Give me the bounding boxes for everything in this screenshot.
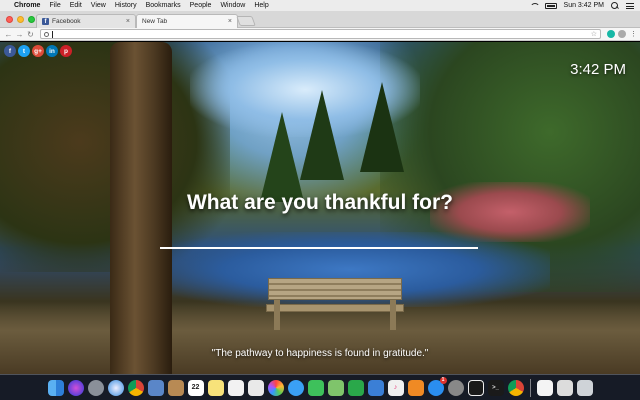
- menu-history[interactable]: History: [115, 2, 137, 9]
- back-button[interactable]: ←: [4, 30, 13, 39]
- facebook-favicon-icon: f: [42, 18, 49, 25]
- chrome-menu-icon[interactable]: ⋮: [630, 30, 637, 38]
- chrome-icon[interactable]: [507, 379, 524, 396]
- document-icon[interactable]: [536, 379, 553, 396]
- crash-plan-icon[interactable]: [467, 379, 484, 396]
- tab-strip: f Facebook × New Tab ×: [0, 11, 640, 28]
- window-minimize-button[interactable]: [17, 16, 24, 23]
- menu-bar-tray: Sun 3:42 PM: [529, 2, 634, 9]
- finder-icon[interactable]: [47, 379, 64, 396]
- facetime-icon[interactable]: [307, 379, 324, 396]
- stickies-icon[interactable]: [247, 379, 264, 396]
- pinterest-icon[interactable]: p: [60, 45, 72, 57]
- calendar-icon[interactable]: 22: [187, 379, 204, 396]
- siri-icon[interactable]: [67, 379, 84, 396]
- wifi-icon[interactable]: [529, 2, 540, 9]
- tab-label: Facebook: [52, 18, 81, 25]
- keynote-icon[interactable]: [367, 379, 384, 396]
- menu-bar: Chrome File Edit View History Bookmarks …: [0, 0, 640, 11]
- address-bar[interactable]: ☆: [40, 29, 601, 39]
- menu-edit[interactable]: Edit: [70, 2, 82, 9]
- spotlight-search-icon[interactable]: [611, 2, 619, 9]
- browser-toolbar: ← → ↻ ☆ ⋮: [0, 28, 640, 41]
- downloads-icon[interactable]: [556, 379, 573, 396]
- menu-chrome[interactable]: Chrome: [14, 2, 40, 9]
- reload-button[interactable]: ↻: [26, 30, 35, 39]
- extension-icon[interactable]: [607, 30, 615, 38]
- tab-close-icon[interactable]: ×: [228, 18, 232, 25]
- notification-center-icon[interactable]: [626, 2, 634, 9]
- tab-new-tab[interactable]: New Tab ×: [136, 14, 238, 28]
- numbers-icon[interactable]: [347, 379, 364, 396]
- page-clock: 3:42 PM: [570, 61, 626, 78]
- background-tree: [360, 82, 404, 172]
- launchpad-icon[interactable]: [87, 379, 104, 396]
- dock-separator: [529, 378, 531, 397]
- window-controls: [6, 16, 35, 23]
- gratitude-prompt: What are you thankful for?: [186, 191, 453, 214]
- notification-badge: 1: [439, 376, 447, 384]
- linkedin-icon[interactable]: in: [46, 45, 58, 57]
- background-tree: [260, 112, 304, 202]
- menu-window[interactable]: Window: [220, 2, 245, 9]
- photos-icon[interactable]: [267, 379, 284, 396]
- bookmark-star-icon[interactable]: ☆: [591, 30, 597, 38]
- chrome-icon[interactable]: [127, 379, 144, 396]
- preview-icon[interactable]: [147, 379, 164, 396]
- window-close-button[interactable]: [6, 16, 13, 23]
- search-icon: [44, 31, 49, 37]
- app-store-icon[interactable]: 1: [427, 376, 447, 396]
- safari-icon[interactable]: [107, 379, 124, 396]
- gratitude-input[interactable]: [160, 227, 478, 249]
- social-share-bar: f t g+ in p: [4, 45, 72, 57]
- terminal-icon[interactable]: >_: [487, 379, 504, 396]
- tab-facebook[interactable]: f Facebook ×: [36, 14, 136, 28]
- dock: 22 ♪ 1 >_: [0, 374, 640, 400]
- ibooks-icon[interactable]: [407, 379, 424, 396]
- notes-icon[interactable]: [207, 379, 224, 396]
- text-caret: [52, 30, 53, 38]
- battery-icon[interactable]: [544, 2, 557, 9]
- contacts-icon[interactable]: [167, 379, 184, 396]
- menu-help[interactable]: Help: [254, 2, 268, 9]
- window-zoom-button[interactable]: [28, 16, 35, 23]
- maps-icon[interactable]: [327, 379, 344, 396]
- forward-button[interactable]: →: [15, 30, 24, 39]
- menu-view[interactable]: View: [91, 2, 106, 9]
- reminders-icon[interactable]: [227, 379, 244, 396]
- messages-icon[interactable]: [287, 379, 304, 396]
- background-bench: [266, 278, 404, 330]
- menu-bar-clock[interactable]: Sun 3:42 PM: [564, 2, 604, 9]
- itunes-icon[interactable]: ♪: [387, 379, 404, 396]
- background-tree: [300, 90, 344, 180]
- gratitude-quote: "The pathway to happiness is found in gr…: [211, 348, 429, 359]
- twitter-icon[interactable]: t: [18, 45, 30, 57]
- menu-file[interactable]: File: [49, 2, 60, 9]
- menu-people[interactable]: People: [190, 2, 212, 9]
- menu-bookmarks[interactable]: Bookmarks: [146, 2, 181, 9]
- facebook-icon[interactable]: f: [4, 45, 16, 57]
- system-preferences-icon[interactable]: [447, 379, 464, 396]
- google-plus-icon[interactable]: g+: [32, 45, 44, 57]
- new-tab-button[interactable]: [236, 16, 256, 26]
- tab-label: New Tab: [142, 18, 168, 25]
- tab-close-icon[interactable]: ×: [126, 18, 130, 25]
- trash-icon[interactable]: [576, 379, 593, 396]
- extension-icon[interactable]: [618, 30, 626, 38]
